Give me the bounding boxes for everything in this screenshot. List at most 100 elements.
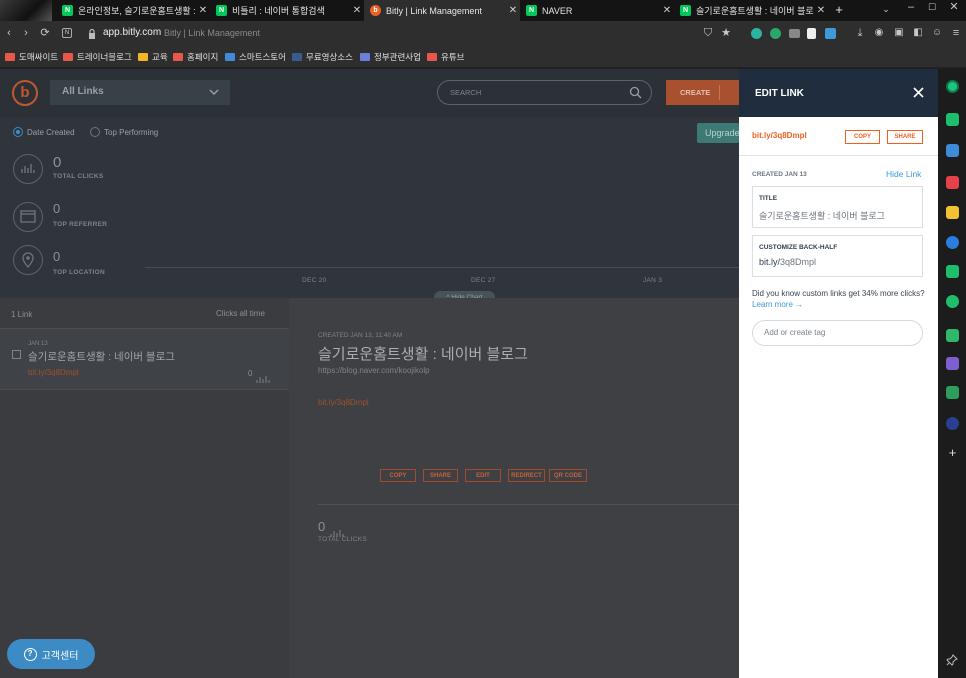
sidebar-add-icon[interactable]: + — [946, 446, 959, 459]
lock-icon[interactable] — [88, 27, 96, 39]
bookmark-2[interactable]: 트레이너블로그 — [63, 51, 132, 63]
learn-more-link[interactable]: Learn more → — [752, 300, 803, 309]
tab-4-close-icon[interactable]: ✕ — [660, 5, 674, 16]
reader-icon[interactable]: ▣ — [893, 26, 905, 40]
sidebar-app-10-icon[interactable] — [946, 357, 959, 370]
sidebar-pin-icon[interactable] — [946, 653, 958, 671]
bookmark-4[interactable]: 홈페이지 — [173, 51, 218, 63]
sidebar-app-11-icon[interactable] — [946, 386, 959, 399]
menu-icon[interactable]: ≡ — [950, 26, 962, 40]
tab-5-favicon-icon: N — [680, 5, 691, 16]
tab-search-icon[interactable]: ⌄ — [880, 2, 892, 16]
list-item[interactable]: JAN 13 슬기로운홈트생활 : 네이버 블로그 bit.ly/3q8Dmpl… — [0, 329, 289, 390]
sidebar-app-2-icon[interactable] — [946, 113, 959, 126]
folder-icon — [292, 53, 302, 61]
shield-icon[interactable]: ⛉ — [702, 26, 714, 40]
sort-top-performing[interactable]: Top Performing — [90, 127, 158, 137]
sidebar-toggle-icon[interactable]: ◧ — [912, 26, 924, 40]
bookmark-1[interactable]: 도매싸이트 — [5, 51, 58, 63]
bookmark-3[interactable]: 교육 — [138, 51, 168, 63]
list-item-short-link[interactable]: bit.ly/3q8Dmpl — [28, 368, 79, 377]
tab-1-close-icon[interactable]: ✕ — [196, 5, 210, 16]
title-field[interactable]: TITLE 슬기로운홈트생활 : 네이버 블로그 — [752, 186, 923, 228]
help-center-button[interactable]: ? 고객센터 — [7, 639, 95, 669]
tab-1-favicon-icon: N — [62, 5, 73, 16]
create-divider — [719, 85, 720, 100]
extension-5-icon[interactable] — [825, 28, 836, 39]
bookmark-8[interactable]: 유튜브 — [427, 51, 464, 63]
detail-redirect-button[interactable]: REDIRECT — [508, 469, 545, 482]
reload-icon[interactable]: ⟳ — [39, 26, 51, 40]
back-icon[interactable]: ‹ — [3, 26, 15, 40]
sidebar-app-12-icon[interactable] — [946, 417, 959, 430]
bookmark-5[interactable]: 스마트스토어 — [225, 51, 286, 63]
tab-5[interactable]: N 슬기로운홈트생활 : 네이버 블로 ✕ — [674, 0, 828, 21]
tab-2-close-icon[interactable]: ✕ — [350, 5, 364, 16]
close-window-icon[interactable]: ✕ — [948, 0, 960, 14]
panel-short-link[interactable]: bit.ly/3q8Dmpl — [752, 131, 807, 140]
tab-5-close-icon[interactable]: ✕ — [814, 5, 828, 16]
url-text[interactable]: app.bitly.com — [103, 27, 161, 38]
download-icon[interactable]: ⤓ — [854, 26, 866, 40]
chart-baseline — [145, 267, 739, 268]
custom-links-tip: Did you know custom links get 34% more c… — [752, 288, 927, 310]
tab-5-title: 슬기로운홈트생활 : 네이버 블로 — [696, 6, 814, 16]
sidebar-app-7-icon[interactable] — [946, 265, 959, 278]
sidebar-app-4-icon[interactable] — [946, 176, 959, 189]
total-clicks-value: 0 — [53, 154, 62, 171]
site-info-icon[interactable]: N — [62, 28, 72, 38]
forward-icon[interactable]: › — [20, 26, 32, 40]
clicks-all-time-label[interactable]: Clicks all time — [216, 309, 265, 318]
sidebar-app-8-icon[interactable] — [946, 295, 959, 308]
detail-url[interactable]: https://blog.naver.com/koojikolp — [318, 366, 430, 375]
close-panel-icon[interactable] — [912, 86, 925, 104]
detail-short-link[interactable]: bit.ly/3q8Dmpl — [318, 398, 369, 407]
sidebar-app-3-icon[interactable] — [946, 144, 959, 157]
detail-title: 슬기로운홈트생활 : 네이버 블로그 — [318, 346, 528, 363]
detail-copy-button[interactable]: COPY — [380, 469, 416, 482]
bookmarks-bar: 도매싸이트 트레이너블로그 교육 홈페이지 스마트스토어 무료영상소스 정부관련… — [0, 46, 966, 68]
profile-icon[interactable]: ☺ — [931, 26, 943, 40]
title-field-value[interactable]: 슬기로운홈트생활 : 네이버 블로그 — [759, 209, 885, 222]
tab-2[interactable]: N 비틀리 : 네이버 통합검색 ✕ — [210, 0, 364, 21]
panel-created: CREATED JAN 13 — [752, 171, 807, 178]
sidebar-app-5-icon[interactable] — [946, 206, 959, 219]
maximize-icon[interactable]: ☐ — [926, 0, 938, 14]
minimize-icon[interactable]: – — [905, 0, 917, 14]
new-tab-button[interactable]: + — [832, 3, 846, 17]
extension-1-icon[interactable] — [751, 28, 762, 39]
extension-3-icon[interactable] — [789, 29, 800, 38]
list-item-title: 슬기로운홈트생활 : 네이버 블로그 — [28, 351, 175, 363]
back-half-input[interactable]: 3q8Dmpl — [780, 257, 816, 267]
camera-icon[interactable]: ◉ — [873, 26, 885, 40]
bookmark-6[interactable]: 무료영상소스 — [292, 51, 353, 63]
tab-1[interactable]: N 온라인정보, 슬기로운홈트생활 : ✕ — [56, 0, 210, 21]
create-button[interactable]: CREATE — [666, 80, 739, 105]
panel-share-button[interactable]: SHARE — [887, 130, 923, 144]
links-dropdown[interactable]: All Links — [50, 80, 230, 105]
bookmark-7[interactable]: 정부관련사업 — [360, 51, 421, 63]
extension-4-icon[interactable] — [807, 28, 816, 39]
tab-3-close-icon[interactable]: ✕ — [506, 5, 520, 16]
hide-link-button[interactable]: Hide Link — [886, 169, 921, 179]
back-half-field[interactable]: CUSTOMIZE BACK-HALF bit.ly/3q8Dmpl — [752, 235, 923, 277]
sidebar-app-9-icon[interactable] — [946, 329, 959, 342]
panel-copy-button[interactable]: COPY — [845, 130, 880, 144]
sort-date-created[interactable]: Date Created — [13, 127, 75, 137]
upgrade-button[interactable]: Upgrade — [697, 123, 740, 143]
bitly-logo[interactable]: b — [12, 80, 38, 106]
back-half-value[interactable]: bit.ly/3q8Dmpl — [759, 257, 816, 267]
tab-3-active[interactable]: b Bitly | Link Management ✕ — [364, 0, 520, 21]
detail-share-button[interactable]: SHARE — [423, 469, 458, 482]
sidebar-app-1-icon[interactable] — [946, 80, 959, 93]
tab-4[interactable]: N NAVER ✕ — [520, 0, 674, 21]
bookmark-star-icon[interactable]: ★ — [720, 26, 732, 40]
detail-edit-button[interactable]: EDIT — [465, 469, 501, 482]
extension-2-icon[interactable] — [770, 28, 781, 39]
detail-qr-code-button[interactable]: QR CODE — [549, 469, 587, 482]
tag-input[interactable]: Add or create tag — [752, 320, 923, 346]
search-input[interactable]: SEARCH — [437, 80, 652, 105]
sidebar-app-6-icon[interactable] — [946, 236, 959, 249]
list-item-checkbox[interactable] — [12, 350, 21, 359]
folder-icon — [138, 53, 148, 61]
